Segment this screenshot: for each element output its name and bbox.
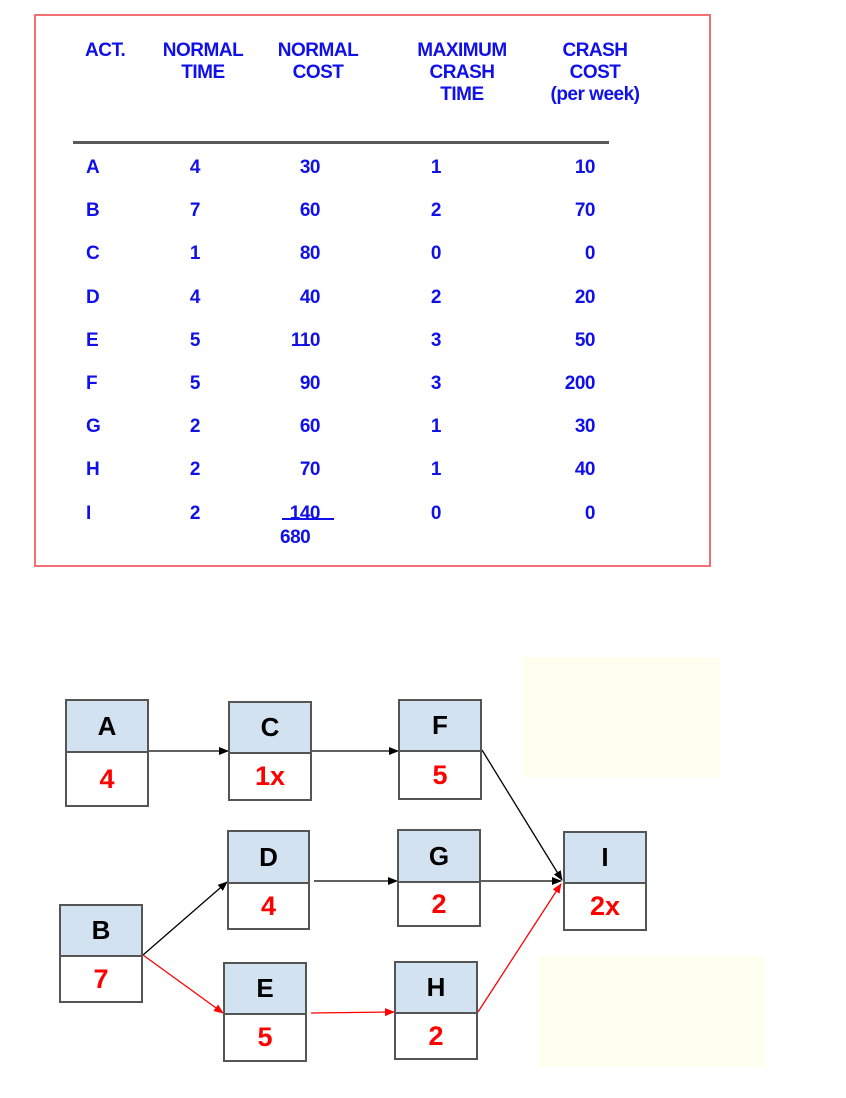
node-label: B — [61, 906, 141, 957]
node-label: E — [225, 964, 305, 1015]
node-label: G — [399, 831, 479, 883]
edge-e-h — [310, 1008, 395, 1017]
node-label: F — [400, 701, 480, 752]
activity-node-d: D4 — [227, 830, 310, 930]
activity-node-c: C 1x — [228, 701, 312, 801]
node-duration: 7 — [93, 963, 109, 994]
node-label: C — [230, 703, 310, 754]
activity-node-e: E5 — [223, 962, 307, 1062]
activity-node-b: B7 — [59, 904, 143, 1003]
node-label: H — [396, 963, 476, 1014]
node-duration: 2 — [428, 1020, 444, 1051]
activity-node-i: I 2x — [563, 831, 647, 931]
activity-node-g: G2 — [397, 829, 481, 927]
edge-f-i — [481, 749, 563, 881]
node-label: I — [565, 833, 645, 884]
node-duration: 2x — [589, 891, 621, 921]
node-duration: 2 — [431, 888, 447, 919]
edge-h-i — [477, 883, 562, 1013]
node-label: D — [229, 832, 308, 884]
node-label: A — [67, 701, 147, 753]
node-duration: 5 — [432, 759, 448, 790]
activity-node-a: A4 — [65, 699, 149, 807]
edge-b-e — [142, 954, 224, 1014]
edge-b-d — [142, 881, 228, 956]
node-duration: 5 — [257, 1022, 273, 1052]
node-duration: 4 — [99, 763, 115, 794]
node-duration: 1x — [254, 761, 286, 791]
activity-node-f: F5 — [398, 699, 482, 800]
node-duration: 4 — [260, 890, 277, 921]
activity-node-h: H2 — [394, 961, 478, 1060]
